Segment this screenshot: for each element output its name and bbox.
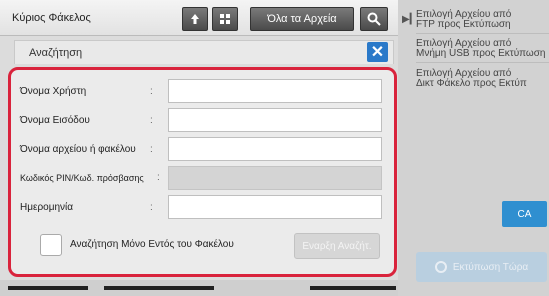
- grid-view-button[interactable]: [212, 7, 238, 31]
- field-colon: :: [157, 172, 160, 183]
- sidebar-item-label: FTP προς Εκτύπωση: [416, 19, 511, 30]
- bottom-segment: [8, 286, 88, 290]
- print-icon: [434, 261, 447, 273]
- search-icon: [367, 12, 381, 26]
- date-label: Ημερομηνία: [20, 202, 74, 213]
- field-colon: :: [150, 86, 153, 97]
- date-input[interactable]: [168, 195, 382, 219]
- sidebar: ▶▎ Επιλογή Αρχείου από FTP προς Εκτύπωση…: [398, 0, 549, 296]
- print-now-button[interactable]: Εκτύπωση Τώρα: [416, 252, 547, 282]
- folder-only-checkbox[interactable]: [40, 234, 62, 256]
- search-dialog-header: Αναζήτηση: [14, 40, 394, 64]
- print-now-label: Εκτύπωση Τώρα: [452, 261, 529, 273]
- sidebar-item-label: Δικτ Φάκελο προς Εκτύπ: [416, 78, 527, 89]
- pin-input: [168, 166, 382, 190]
- close-icon: ✕: [370, 44, 385, 61]
- close-button[interactable]: ✕: [367, 42, 388, 62]
- top-bar: Κύριος Φάκελος Όλα τα Αρχεία: [0, 0, 398, 36]
- login-name-label: Όνομα Εισόδου: [20, 115, 90, 126]
- username-input[interactable]: [168, 79, 382, 103]
- folder-title: Κύριος Φάκελος: [12, 12, 91, 24]
- sidebar-item-label: Μνήμη USB προς Εκτύπωση: [416, 48, 546, 59]
- pin-label: Κωδικός PIN/Κωδ. πρόσβασης: [20, 173, 144, 183]
- login-name-input[interactable]: [168, 108, 382, 132]
- bottom-bar: [0, 280, 398, 296]
- start-search-button[interactable]: Εναρξη Αναζήτ.: [294, 233, 380, 259]
- up-folder-button[interactable]: [182, 7, 208, 31]
- upload-arrow-icon: [191, 14, 199, 24]
- filename-label: Όνομα αρχείου ή φακέλου: [20, 144, 136, 155]
- field-colon: :: [150, 202, 153, 213]
- field-colon: :: [150, 144, 153, 155]
- bottom-segment: [104, 286, 214, 290]
- ca-button[interactable]: CA: [502, 201, 547, 227]
- grid-view-icon: [220, 14, 230, 24]
- sidebar-item-ftp[interactable]: Επιλογή Αρχείου από FTP προς Εκτύπωση: [416, 10, 549, 34]
- bottom-segment: [310, 286, 396, 290]
- field-colon: :: [150, 115, 153, 126]
- search-button[interactable]: [360, 7, 388, 31]
- filename-input[interactable]: [168, 137, 382, 161]
- all-files-button[interactable]: Όλα τα Αρχεία: [250, 7, 354, 31]
- username-label: Όνομα Χρήστη: [20, 86, 87, 97]
- sidebar-item-network-folder[interactable]: Επιλογή Αρχείου από Δικτ Φάκελο προς Εκτ…: [416, 69, 549, 93]
- dialog-title: Αναζήτηση: [29, 47, 83, 59]
- sidebar-item-usb[interactable]: Επιλογή Αρχείου από Μνήμη USB προς Εκτύπ…: [416, 39, 549, 63]
- folder-only-label: Αναζήτηση Μόνο Εντός του Φακέλου: [70, 239, 234, 250]
